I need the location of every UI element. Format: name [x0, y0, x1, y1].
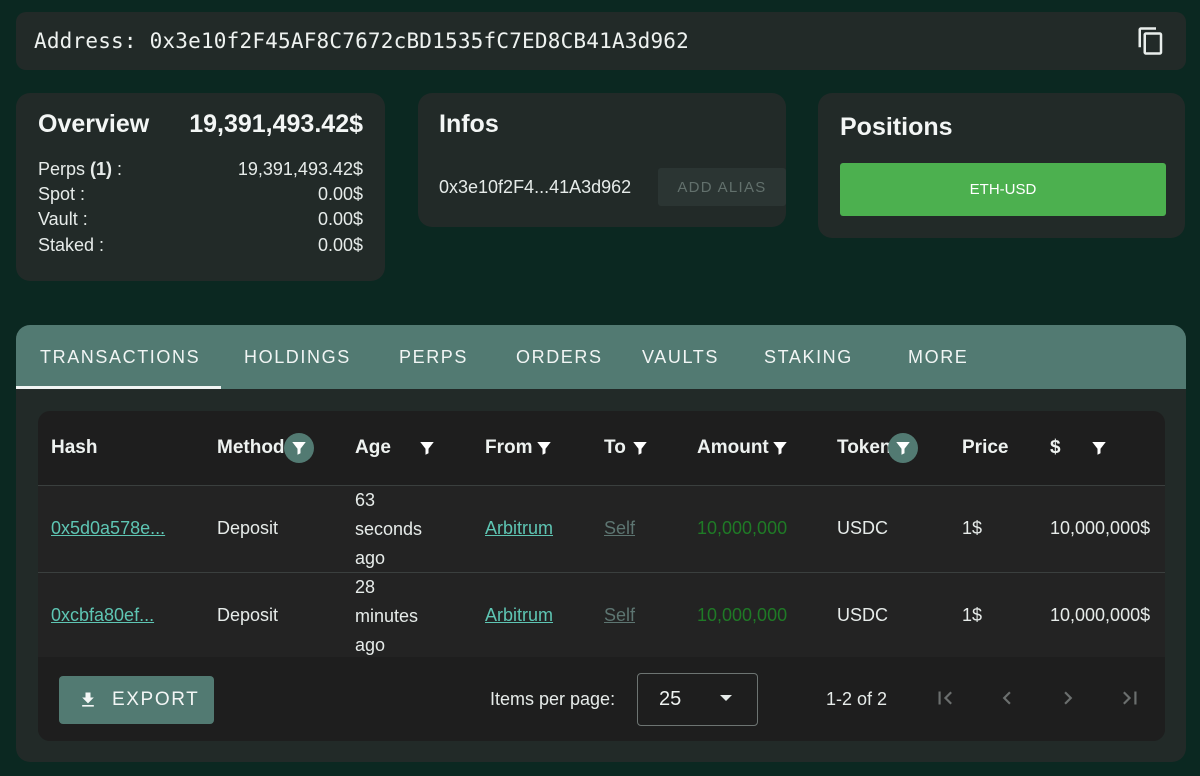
overview-title: Overview	[38, 110, 150, 138]
overview-label: Staked :	[38, 235, 105, 255]
copy-icon[interactable]	[1136, 26, 1166, 56]
address-text: Address: 0x3e10f2F45AF8C7672cBD1535fC7ED…	[34, 29, 689, 53]
tab-more[interactable]: MORE	[908, 325, 968, 389]
from-link[interactable]: Arbitrum	[485, 518, 553, 539]
previous-page-icon[interactable]	[994, 685, 1020, 711]
age-filter-icon[interactable]	[412, 433, 442, 463]
overview-total: 19,391,493.42$	[189, 110, 363, 138]
overview-label: Spot :	[38, 184, 86, 204]
column-header-method[interactable]: Method	[217, 411, 285, 485]
overview-row-staked: Staked : 0.00$	[38, 235, 363, 259]
overview-label: Perps	[38, 159, 91, 179]
tab-holdings[interactable]: HOLDINGS	[244, 325, 351, 389]
table-footer: EXPORT Items per page: 25 1-2 of 2	[38, 657, 1165, 741]
overview-value: 0.00$	[317, 209, 363, 229]
token-cell: USDC	[837, 605, 889, 625]
to-link[interactable]: Self	[604, 518, 635, 539]
column-header-usd[interactable]: $	[1050, 411, 1061, 485]
overview-value: 19,391,493.42$	[237, 159, 363, 179]
infos-address: 0x3e10f2F4...41A3d962	[439, 177, 632, 197]
hash-link[interactable]: 0x5d0a578e...	[51, 518, 165, 539]
infos-card: Infos 0x3e10f2F4...41A3d962 ADD ALIAS	[418, 93, 786, 227]
first-page-icon[interactable]	[932, 685, 958, 711]
column-header-age[interactable]: Age	[355, 411, 391, 485]
pagination-range: 1-2 of 2	[826, 689, 888, 709]
token-cell: USDC	[837, 518, 889, 538]
download-icon	[82, 692, 94, 707]
export-button[interactable]: EXPORT	[59, 676, 214, 724]
items-per-page-value: 25	[659, 688, 682, 710]
infos-title: Infos	[439, 110, 499, 138]
usd-filter-icon[interactable]	[1084, 433, 1114, 463]
to-link[interactable]: Self	[604, 605, 635, 626]
items-per-page-label: Items per page:	[490, 689, 616, 709]
usd-cell: 10,000,000$	[1050, 518, 1151, 538]
price-cell: 1$	[962, 518, 983, 538]
amount-cell: 10,000,000	[697, 605, 788, 625]
perps-count: (1)	[90, 159, 113, 179]
chevron-down-icon	[720, 695, 732, 701]
tab-transactions[interactable]: TRANSACTIONS	[40, 325, 200, 389]
hash-link[interactable]: 0xcbfa80ef...	[51, 605, 154, 626]
amount-cell: 10,000,000	[697, 518, 788, 538]
tab-staking[interactable]: STAKING	[764, 325, 853, 389]
tab-perps[interactable]: PERPS	[399, 325, 468, 389]
method-cell: Deposit	[217, 605, 279, 625]
token-filter-icon[interactable]	[888, 433, 918, 463]
position-eth-usd-button[interactable]: ETH-USD	[840, 163, 1166, 216]
table-row: 0x5d0a578e... Deposit 63 seconds ago Arb…	[38, 486, 1165, 572]
column-header-token[interactable]: Token	[837, 411, 892, 485]
next-page-icon[interactable]	[1055, 685, 1081, 711]
from-filter-icon[interactable]	[529, 433, 559, 463]
add-alias-button[interactable]: ADD ALIAS	[658, 168, 786, 206]
method-filter-icon[interactable]	[284, 433, 314, 463]
overview-value: 0.00$	[317, 235, 363, 255]
column-header-price[interactable]: Price	[962, 411, 1008, 485]
overview-row-perps: Perps (1) : 19,391,493.42$	[38, 159, 363, 183]
tab-orders[interactable]: ORDERS	[516, 325, 603, 389]
column-header-to[interactable]: To	[604, 411, 626, 485]
export-label: EXPORT	[112, 689, 200, 710]
to-filter-icon[interactable]	[625, 433, 655, 463]
active-tab-indicator	[16, 386, 221, 389]
amount-filter-icon[interactable]	[765, 433, 795, 463]
overview-label: Vault :	[38, 209, 88, 229]
overview-row-vault: Vault : 0.00$	[38, 209, 363, 233]
tab-bar: TRANSACTIONS HOLDINGS PERPS ORDERS VAULT…	[16, 325, 1186, 389]
transactions-panel: TRANSACTIONS HOLDINGS PERPS ORDERS VAULT…	[16, 325, 1186, 762]
address-bar: Address: 0x3e10f2F45AF8C7672cBD1535fC7ED…	[16, 12, 1186, 70]
transactions-table: Hash Method Age From To Amount Token Pri…	[38, 411, 1165, 741]
column-header-from[interactable]: From	[485, 411, 533, 485]
column-header-amount[interactable]: Amount	[697, 411, 769, 485]
tab-vaults[interactable]: VAULTS	[642, 325, 719, 389]
positions-card: Positions ETH-USD	[818, 93, 1185, 238]
positions-title: Positions	[840, 113, 953, 141]
usd-cell: 10,000,000$	[1050, 605, 1151, 625]
age-cell: 28 minutes ago	[355, 577, 419, 655]
column-header-hash[interactable]: Hash	[51, 411, 97, 485]
method-cell: Deposit	[217, 518, 279, 538]
overview-row-spot: Spot : 0.00$	[38, 184, 363, 208]
items-per-page-select[interactable]: 25	[637, 673, 758, 726]
last-page-icon[interactable]	[1117, 685, 1143, 711]
age-cell: 63 seconds ago	[355, 490, 423, 568]
overview-card: Overview 19,391,493.42$ Perps (1) : 19,3…	[16, 93, 385, 281]
price-cell: 1$	[962, 605, 983, 625]
table-row: 0xcbfa80ef... Deposit 28 minutes ago Arb…	[38, 573, 1165, 659]
from-link[interactable]: Arbitrum	[485, 605, 553, 626]
overview-label-suffix: :	[112, 159, 123, 179]
overview-value: 0.00$	[317, 184, 363, 204]
